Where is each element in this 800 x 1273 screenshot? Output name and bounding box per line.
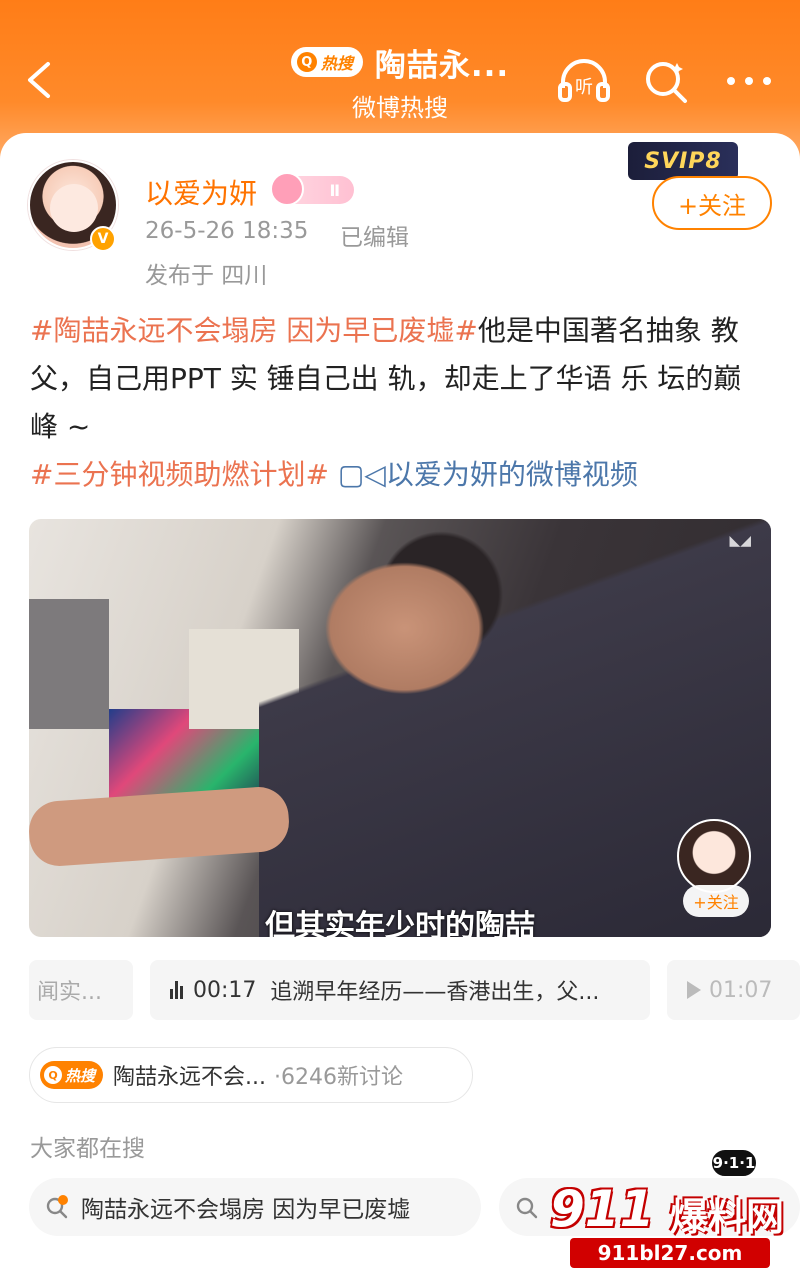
search-icon: Q — [44, 1066, 62, 1084]
username[interactable]: 以爱为妍 — [145, 172, 257, 212]
level-badge-icon — [270, 172, 304, 206]
verified-badge-icon: V — [90, 226, 116, 252]
chapter-time: 01:07 — [709, 977, 773, 1003]
page-title: 陶喆永... — [374, 47, 510, 84]
listen-button[interactable]: 听 — [556, 58, 612, 104]
play-icon — [687, 981, 701, 999]
hashtag-link[interactable]: #三分钟视频助燃计划# — [30, 458, 329, 491]
video-link-label: 以爱为妍的微博视频 — [385, 458, 638, 491]
video-avatar[interactable] — [677, 819, 751, 893]
video-frame-detail — [29, 599, 109, 729]
headphones-icon: 听 — [558, 59, 610, 102]
post-location: 发布于 四川 — [145, 263, 268, 289]
video-caption: 但其实年少时的陶喆 — [265, 909, 535, 937]
chapter-chip-active[interactable]: 00:17 追溯早年经历——香港出生，父... — [150, 960, 650, 1020]
playing-bars-icon — [170, 981, 183, 999]
discussion-count: ·6246新讨论 — [274, 1065, 403, 1090]
hot-topic-text: 陶喆永远不会... — [113, 1065, 266, 1090]
watermark-name: 爆料网 — [670, 1195, 785, 1239]
video-frame-arm — [29, 785, 291, 868]
watermark-logo: 9·1·1 911 爆料网 911bl27.com — [530, 1148, 800, 1273]
search-suggestion[interactable]: 陶喆永远不会塌房 因为早已废墟 — [29, 1178, 481, 1236]
chapter-label: 追溯早年经历——香港出生，父... — [270, 980, 600, 1005]
svip-badge: SVIP8 — [628, 142, 738, 180]
watermark-url: 911bl27.com — [570, 1238, 770, 1268]
more-dots-icon — [727, 77, 771, 85]
post-timestamp: 26-5-26 18:35 — [145, 218, 309, 244]
video-follow-button[interactable]: +关注 — [683, 885, 749, 917]
search-icon — [646, 62, 687, 103]
video-link-icon: ▢◁ — [337, 458, 386, 491]
post-text: #陶喆永远不会塌房 因为早已废墟#他是中国著名抽象 教 父，自己用PPT 实 锤… — [30, 307, 770, 499]
suggestion-label: 陶喆永远不会塌房 因为早已废墟 — [81, 1197, 411, 1223]
hot-search-badge: Q 热搜 — [290, 47, 363, 77]
video-link[interactable]: ▢◁以爱为妍的微博视频 — [338, 458, 638, 491]
video-player[interactable]: ◣◢ 但其实年少时的陶喆 +关注 — [29, 519, 771, 937]
watermark-tag: 9·1·1 — [710, 1148, 758, 1178]
edited-label[interactable]: 已编辑 — [340, 218, 409, 252]
hashtag-link[interactable]: #陶喆永远不会塌房 因为早已废墟# — [30, 314, 478, 347]
avatar-face — [50, 184, 98, 232]
chapter-time: 00:17 — [193, 977, 257, 1003]
hot-topic-pill[interactable]: Q 热搜 陶喆永远不会... ·6246新讨论 — [29, 1047, 473, 1103]
watermark-brand: 911 — [550, 1180, 655, 1238]
hot-badge-label: 热搜 — [65, 1066, 96, 1085]
video-logo-icon: ◣◢ — [729, 533, 751, 549]
also-search-heading: 大家都在搜 — [30, 1136, 145, 1162]
search-icon: Q — [296, 52, 317, 72]
hot-search-badge: Q 热搜 — [40, 1061, 104, 1089]
more-button[interactable] — [718, 58, 780, 104]
chapter-label: 闻实... — [37, 980, 102, 1005]
svg-text:听: 听 — [575, 77, 593, 98]
chapter-chip[interactable]: 01:07 — [667, 960, 800, 1020]
hot-search-icon — [46, 1195, 68, 1219]
hot-badge-label: 热搜 — [320, 54, 353, 73]
search-button[interactable] — [638, 58, 694, 104]
chapter-chip[interactable]: 闻实... — [29, 960, 133, 1020]
chapter-strip[interactable]: 闻实... 00:17 追溯早年经历——香港出生，父... 01:07 — [0, 960, 800, 1020]
follow-button[interactable]: +关注 — [652, 176, 772, 230]
